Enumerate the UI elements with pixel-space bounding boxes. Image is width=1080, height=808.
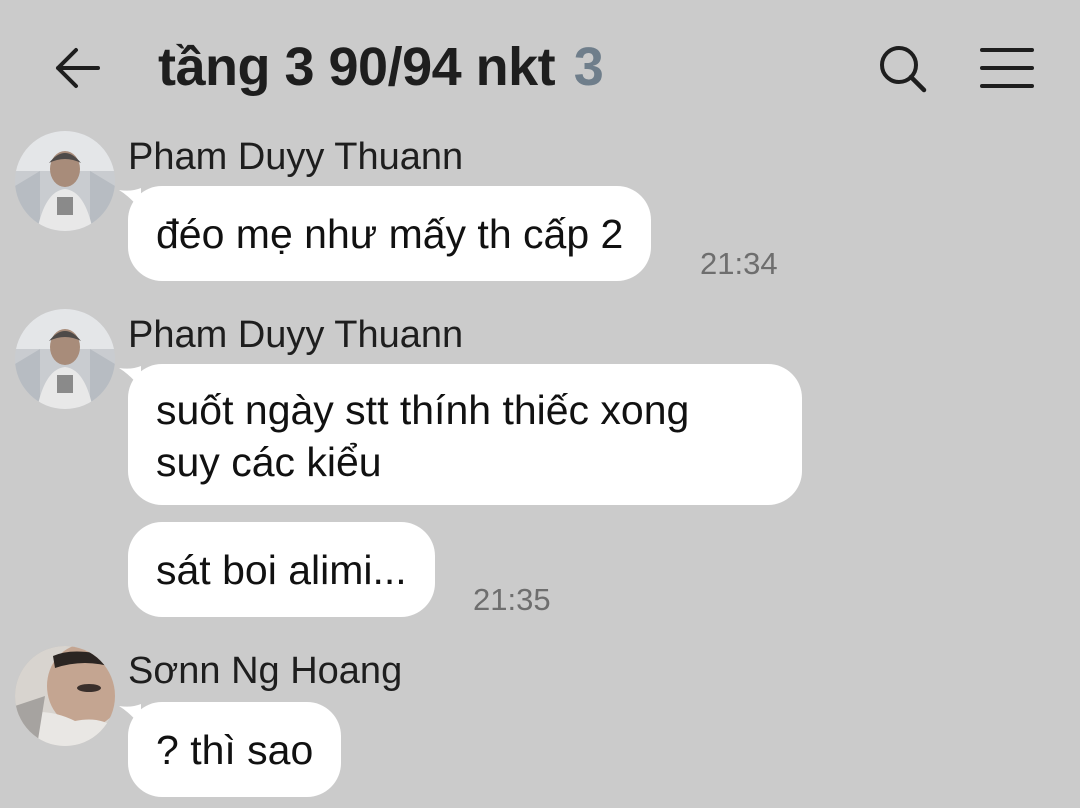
sender-name: Sơnn Ng Hoang	[128, 650, 403, 692]
message-text-line: suốt ngày stt thính thiếc xong	[156, 387, 690, 433]
message-text-line: suy các kiểu	[156, 439, 382, 485]
message-text: ? thì sao	[156, 727, 314, 773]
arrow-left-icon	[56, 48, 100, 88]
avatar[interactable]	[15, 309, 115, 409]
menu-button[interactable]	[976, 40, 1038, 96]
message-bubble[interactable]: sát boi alimi...	[128, 522, 435, 617]
message-time: 21:34	[700, 246, 778, 281]
avatar[interactable]	[15, 131, 115, 231]
message-bubble[interactable]: ? thì sao	[128, 702, 342, 797]
back-button[interactable]	[50, 40, 106, 96]
message-bubble[interactable]: đéo mẹ như mấy th cấp 2	[128, 186, 652, 281]
search-button[interactable]	[874, 40, 930, 96]
menu-icon	[980, 48, 1034, 88]
user-photo-icon	[15, 309, 115, 409]
member-count: 3	[573, 37, 604, 97]
chat-screen: tầng 3 90/94 nkt 3 Pham Duyy Thuann đéo …	[0, 0, 1080, 808]
chat-header: tầng 3 90/94 nkt 3	[0, 0, 1080, 130]
user-photo-icon	[15, 131, 115, 231]
message-bubble[interactable]: suốt ngày stt thính thiếc xong suy các k…	[128, 364, 802, 505]
sender-name: Pham Duyy Thuann	[128, 136, 464, 178]
chat-title[interactable]: tầng 3 90/94 nkt 3	[158, 36, 604, 98]
user-photo-icon	[15, 646, 115, 746]
avatar[interactable]	[15, 646, 115, 746]
message-time: 21:35	[473, 582, 551, 617]
sender-name: Pham Duyy Thuann	[128, 314, 464, 356]
message-text: đéo mẹ như mấy th cấp 2	[156, 211, 624, 257]
search-icon	[880, 46, 927, 93]
group-name: tầng 3 90/94 nkt	[158, 37, 556, 97]
message-text: sát boi alimi...	[156, 547, 407, 593]
